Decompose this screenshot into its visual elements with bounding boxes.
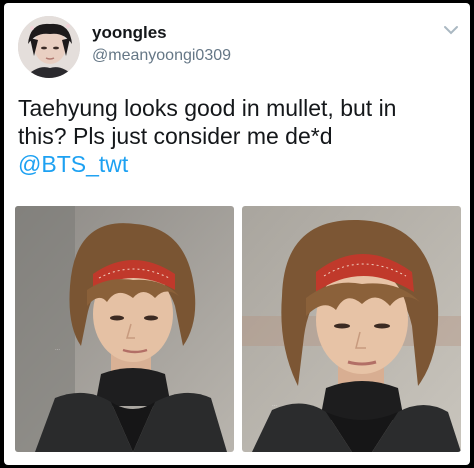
display-name[interactable]: yoongles xyxy=(92,23,167,43)
user-handle[interactable]: @meanyoongi0309 xyxy=(92,47,231,65)
photo-left-image xyxy=(15,206,234,452)
tweet-card: yoongles @meanyoongi0309 Taehyung looks … xyxy=(4,3,470,465)
media-photo-left[interactable]: ... xyxy=(15,206,234,452)
avatar-image xyxy=(18,16,80,78)
media-photo-right[interactable]: ... xyxy=(242,206,461,452)
photo-watermark-right: ... xyxy=(272,402,278,408)
photo-right-image xyxy=(242,206,461,452)
chevron-down-icon[interactable] xyxy=(442,23,460,37)
tweet-text-line-1: Taehyung looks good in mullet, but in xyxy=(18,95,397,121)
tweet-text-line-2: this? Pls just consider me de*d xyxy=(18,123,333,149)
tweet-text: Taehyung looks good in mullet, but in th… xyxy=(18,94,462,178)
avatar[interactable] xyxy=(18,16,80,78)
photo-watermark-left: ... xyxy=(55,346,61,352)
mention-link[interactable]: @BTS_twt xyxy=(18,150,462,178)
